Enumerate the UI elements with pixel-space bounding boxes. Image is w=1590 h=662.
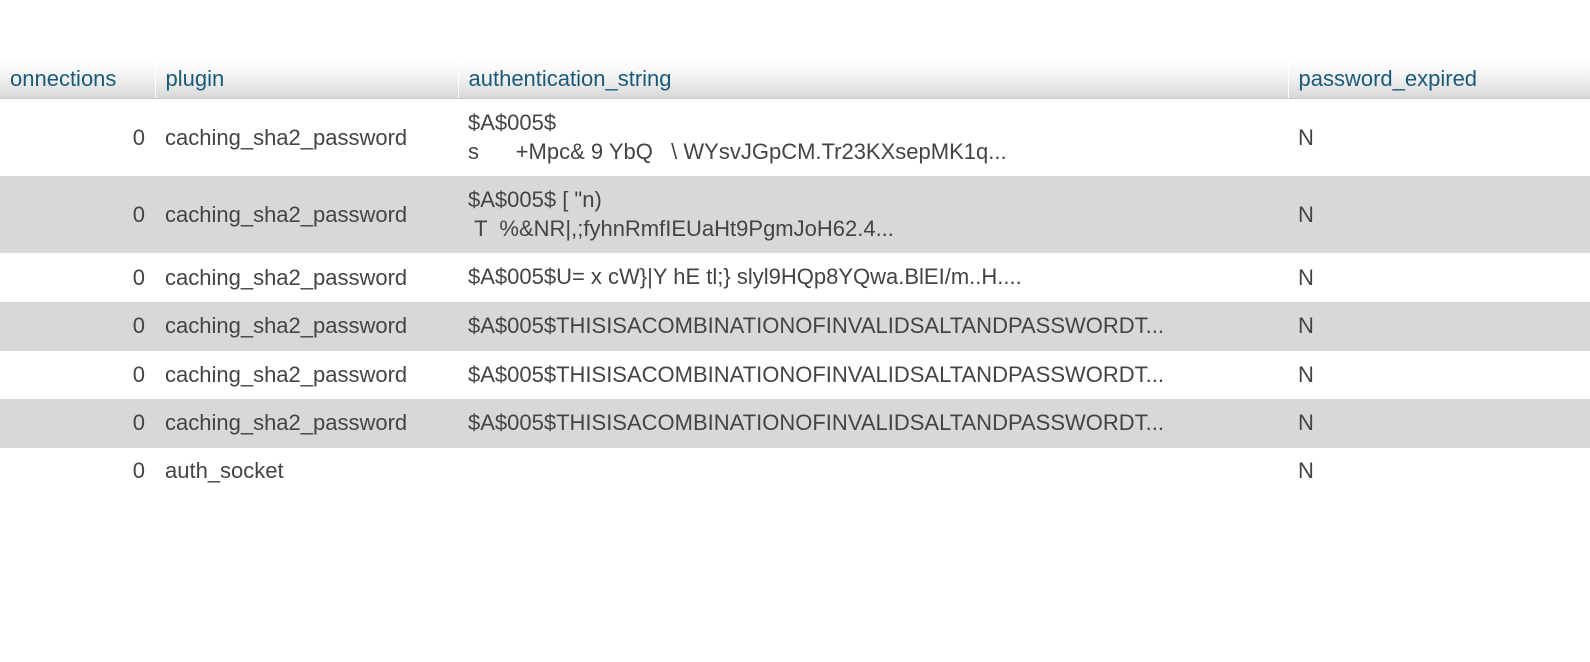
table-header-row: onnections plugin authentication_string … (0, 60, 1590, 99)
cell-authentication-string: $A$005$THISISACOMBINATIONOFINVALIDSALTAN… (458, 351, 1288, 400)
cell-connections: 0 (0, 351, 155, 400)
cell-plugin: auth_socket (155, 448, 458, 494)
cell-authentication-string: $A$005$U= x cW}|Y hE tl;} slyl9HQp8YQwa.… (458, 253, 1288, 302)
column-header-plugin[interactable]: plugin (155, 60, 458, 99)
table-row[interactable]: 0caching_sha2_password$A$005$THISISACOMB… (0, 302, 1590, 351)
cell-connections: 0 (0, 253, 155, 302)
cell-password-expired: N (1288, 351, 1590, 400)
column-header-authentication-string[interactable]: authentication_string (458, 60, 1288, 99)
cell-password-expired: N (1288, 176, 1590, 253)
cell-authentication-string: $A$005$ [ "n) T %&NR|,;fyhnRmfIEUaHt9Pgm… (458, 176, 1288, 253)
cell-password-expired: N (1288, 448, 1590, 494)
column-header-password-expired[interactable]: password_expired (1288, 60, 1590, 99)
cell-connections: 0 (0, 99, 155, 177)
cell-connections: 0 (0, 399, 155, 448)
table-row[interactable]: 0auth_socket N (0, 448, 1590, 494)
table-row[interactable]: 0caching_sha2_password$A$005$THISISACOMB… (0, 351, 1590, 400)
cell-plugin: caching_sha2_password (155, 302, 458, 351)
cell-authentication-string: $A$005$THISISACOMBINATIONOFINVALIDSALTAN… (458, 302, 1288, 351)
cell-connections: 0 (0, 176, 155, 253)
cell-password-expired: N (1288, 399, 1590, 448)
cell-plugin: caching_sha2_password (155, 253, 458, 302)
cell-authentication-string: $A$005$ s +Mpc& 9 YbQ \ WYsvJGpCM.Tr23KX… (458, 99, 1288, 177)
cell-connections: 0 (0, 448, 155, 494)
cell-plugin: caching_sha2_password (155, 399, 458, 448)
mysql-user-table: onnections plugin authentication_string … (0, 60, 1590, 494)
table-row[interactable]: 0caching_sha2_password$A$005$THISISACOMB… (0, 399, 1590, 448)
cell-password-expired: N (1288, 302, 1590, 351)
cell-plugin: caching_sha2_password (155, 351, 458, 400)
table-row[interactable]: 0caching_sha2_password$A$005$ s +Mpc& 9 … (0, 99, 1590, 177)
cell-password-expired: N (1288, 99, 1590, 177)
cell-plugin: caching_sha2_password (155, 176, 458, 253)
cell-authentication-string (458, 448, 1288, 494)
column-header-connections[interactable]: onnections (0, 60, 155, 99)
table-row[interactable]: 0caching_sha2_password$A$005$U= x cW}|Y … (0, 253, 1590, 302)
cell-password-expired: N (1288, 253, 1590, 302)
cell-plugin: caching_sha2_password (155, 99, 458, 177)
table-row[interactable]: 0caching_sha2_password$A$005$ [ "n) T %&… (0, 176, 1590, 253)
cell-authentication-string: $A$005$THISISACOMBINATIONOFINVALIDSALTAN… (458, 399, 1288, 448)
cell-connections: 0 (0, 302, 155, 351)
